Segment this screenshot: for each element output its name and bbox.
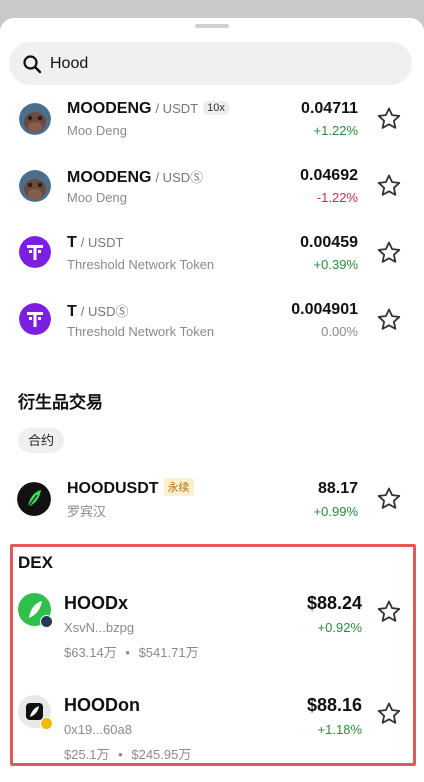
dex-token-stats: $25.1万 • $245.95万 xyxy=(64,744,191,763)
moodeng-logo-icon xyxy=(19,103,51,135)
perpetual-badge: 永续 xyxy=(163,478,194,496)
price: 0.004901 xyxy=(291,301,358,318)
price: 0.04711 xyxy=(301,100,358,117)
pair-quote: / USDⓈ xyxy=(155,170,204,185)
derivatives-row-hoodusdt[interactable]: HOODUSDT 永续 罗宾汉 88.17 +0.99% xyxy=(0,466,424,532)
dex-row-hoodon[interactable]: HOODon 0x19...60a8 $25.1万 • $245.95万 $88… xyxy=(0,695,424,782)
robinhood-logo-icon xyxy=(17,482,51,516)
dex-token-address: 0x19...60a8 xyxy=(64,722,132,737)
threshold-logo-icon xyxy=(19,236,51,268)
favorite-star-icon[interactable] xyxy=(376,701,402,727)
dex-section-title: DEX xyxy=(18,553,53,572)
pair-symbol: T / USDT xyxy=(67,234,124,251)
moodeng-logo-icon xyxy=(19,170,51,202)
price: 88.17 xyxy=(317,480,358,497)
price-change: 0.00% xyxy=(321,324,358,339)
pair-quote: / USDT xyxy=(80,235,124,250)
stats-separator: • xyxy=(118,747,123,762)
volume: $541.71万 xyxy=(138,645,199,660)
derivatives-section-title: 衍生品交易 xyxy=(18,393,103,412)
dex-token-name: HOODx xyxy=(64,593,129,613)
search-input[interactable] xyxy=(50,54,350,73)
market-cap: $63.14万 xyxy=(64,645,117,660)
token-name: 罗宾汉 xyxy=(67,504,107,519)
pair-symbol: HOODUSDT 永续 xyxy=(67,478,194,498)
favorite-star-icon[interactable] xyxy=(376,173,402,199)
token-name: Threshold Network Token xyxy=(67,257,215,272)
dex-token-address: XsvN...bzpg xyxy=(64,620,135,635)
contract-filter-chip[interactable]: 合约 xyxy=(18,428,65,453)
price: $88.16 xyxy=(306,695,362,715)
pair-quote: / USDⓈ xyxy=(80,304,129,319)
dex-row-hoodx[interactable]: HOODx XsvN...bzpg $63.14万 • $541.71万 $88… xyxy=(0,593,424,683)
price-change: -1.22% xyxy=(316,190,358,205)
stats-separator: • xyxy=(125,645,130,660)
spot-row-moodeng-usds[interactable]: MOODENG / USDⓈ Moo Deng 0.04692 -1.22% xyxy=(0,153,424,219)
leverage-badge: 10x xyxy=(203,101,229,115)
sheet-grabber[interactable] xyxy=(195,24,229,28)
spot-row-t-usdt[interactable]: T / USDT Threshold Network Token 0.00459 … xyxy=(0,220,424,286)
bnb-chain-icon xyxy=(40,717,53,730)
favorite-star-icon[interactable] xyxy=(376,307,402,333)
pair-symbol: MOODENG / USDⓈ xyxy=(67,169,204,186)
price-change: +0.99% xyxy=(313,504,358,519)
spot-row-t-usds[interactable]: T / USDⓈ Threshold Network Token 0.004901… xyxy=(0,287,424,353)
search-icon xyxy=(23,54,42,73)
price-change: +0.92% xyxy=(317,620,362,635)
search-bar[interactable] xyxy=(9,42,412,85)
token-name: Moo Deng xyxy=(67,123,127,138)
price: $88.24 xyxy=(306,593,362,613)
token-name: Moo Deng xyxy=(67,190,127,205)
volume: $245.95万 xyxy=(131,747,192,762)
price-change: +1.22% xyxy=(313,123,358,138)
spot-row-moodeng-usdt[interactable]: MOODENG / USDT 10x Moo Deng 0.04711 +1.22% xyxy=(0,86,424,152)
favorite-star-icon[interactable] xyxy=(376,106,402,132)
dex-token-name: HOODon xyxy=(64,695,140,715)
price-change: +1.18% xyxy=(317,722,362,737)
threshold-logo-icon xyxy=(19,303,51,335)
favorite-star-icon[interactable] xyxy=(376,599,402,625)
pair-symbol: T / USDⓈ xyxy=(67,303,129,320)
favorite-star-icon[interactable] xyxy=(376,486,402,512)
price: 0.00459 xyxy=(300,234,358,251)
pair-symbol: MOODENG / USDT 10x xyxy=(67,100,229,118)
solana-chain-icon xyxy=(40,615,53,628)
favorite-star-icon[interactable] xyxy=(376,240,402,266)
token-name: Threshold Network Token xyxy=(67,324,215,339)
price-change: +0.39% xyxy=(313,257,358,272)
market-cap: $25.1万 xyxy=(64,747,110,762)
price: 0.04692 xyxy=(300,167,358,184)
dex-token-stats: $63.14万 • $541.71万 xyxy=(64,642,199,661)
pair-quote: / USDT xyxy=(155,101,199,116)
